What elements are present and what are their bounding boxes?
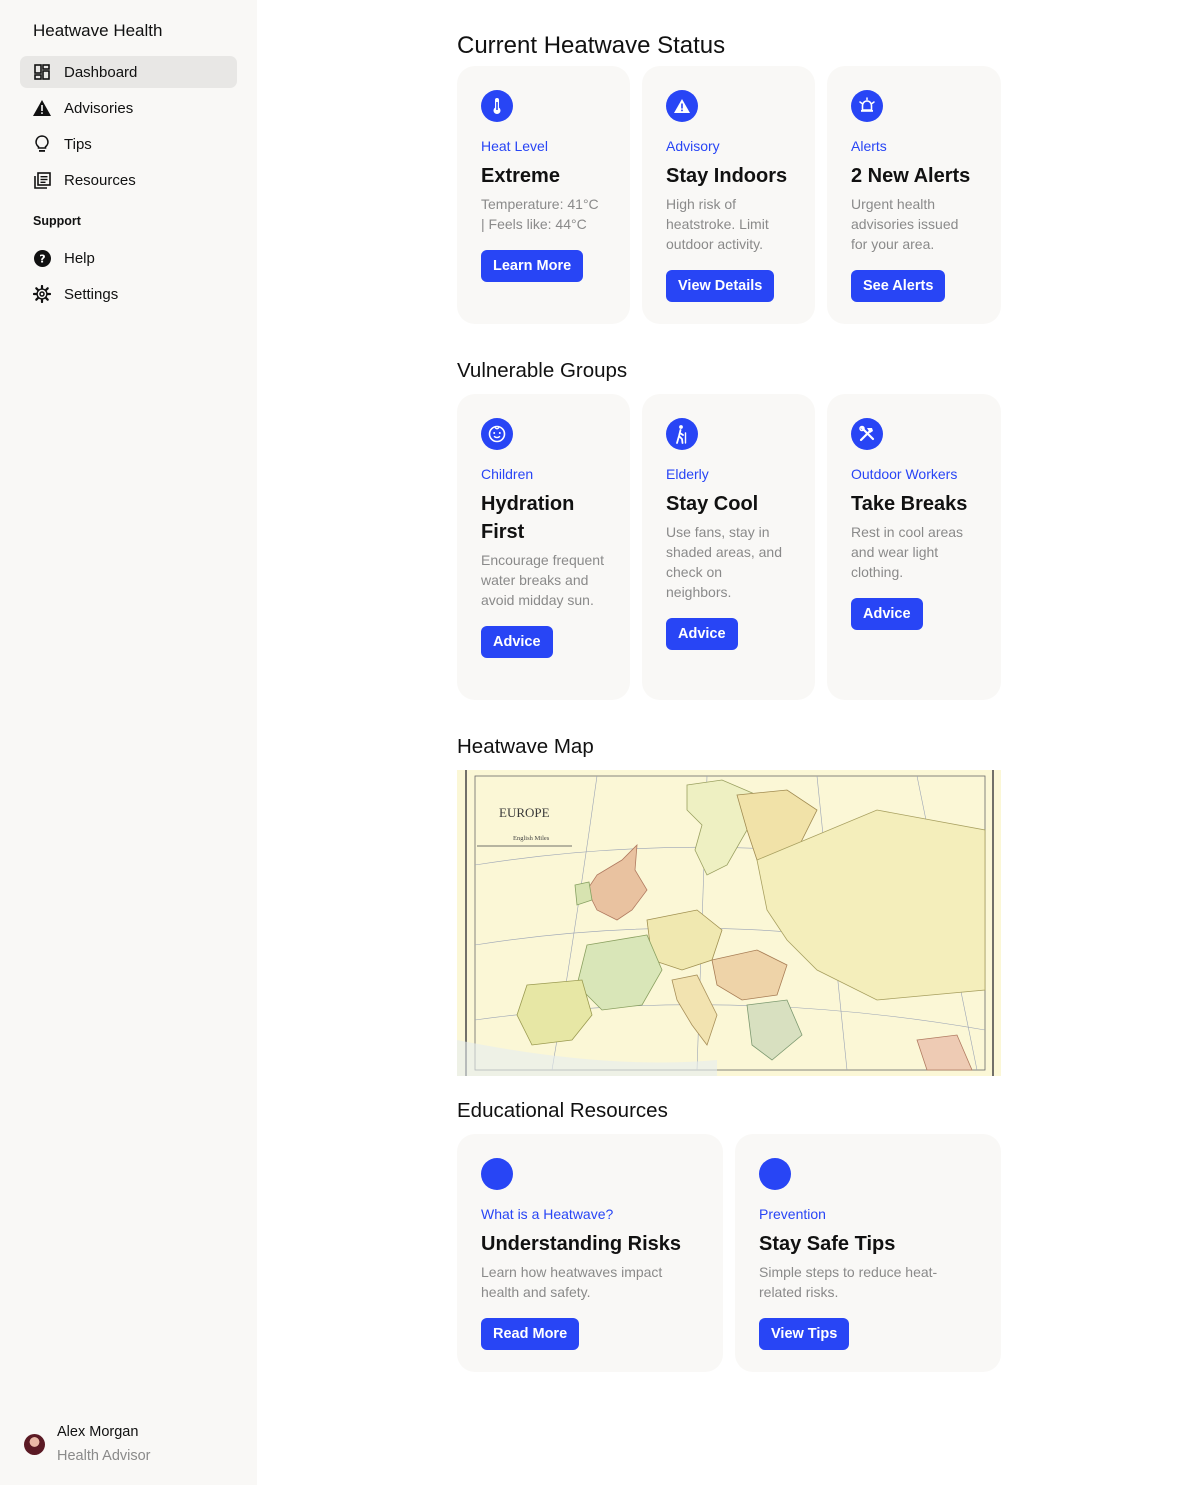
- sidebar-item-label: Resources: [64, 171, 136, 189]
- document-icon: [33, 171, 51, 189]
- card-category: Heat Level: [481, 138, 548, 154]
- sidebar-item-label: Advisories: [64, 99, 134, 117]
- gear-icon: [33, 285, 51, 303]
- dashboard-icon: [33, 63, 51, 81]
- card-description: Use fans, stay in shaded areas, and chec…: [666, 524, 782, 600]
- avatar: [24, 1434, 45, 1455]
- learn-more-button[interactable]: Learn More: [481, 250, 584, 282]
- card-description: Encourage frequent water breaks and avoi…: [481, 552, 604, 608]
- card-description: Rest in cool areas and wear light clothi…: [851, 524, 964, 580]
- status-heading: Current Heatwave Status: [457, 32, 726, 59]
- support-nav: ? Help Settings: [20, 242, 237, 314]
- vulnerable-heading: Vulnerable Groups: [457, 359, 628, 382]
- user-name: Alex Morgan: [57, 1424, 139, 1440]
- view-tips-button[interactable]: View Tips: [759, 1318, 850, 1350]
- view-details-button[interactable]: View Details: [666, 270, 775, 302]
- map-scale-label: English Miles: [513, 835, 550, 842]
- status-card-heat-level: Heat Level Extreme Temperature: 41°C | F…: [457, 66, 630, 324]
- card-title: Understanding Risks: [481, 1233, 682, 1255]
- lightbulb-icon: [33, 135, 51, 153]
- sidebar-item-label: Help: [64, 249, 95, 267]
- heatwave-map[interactable]: EUROPE English Miles: [457, 770, 1001, 1076]
- resource-icon: [481, 1158, 513, 1190]
- card-description: Learn how heatwaves impact health and sa…: [481, 1264, 663, 1300]
- sidebar-item-label: Settings: [64, 285, 119, 303]
- education-card-stay-safe-tips: Prevention Stay Safe Tips Simple steps t…: [735, 1134, 1001, 1372]
- elderly-walking-icon: [666, 418, 698, 450]
- alarm-bell-icon: [851, 90, 883, 122]
- sidebar-item-label: Tips: [64, 135, 92, 153]
- app-title: Heatwave Health: [33, 21, 163, 40]
- sidebar-item-dashboard[interactable]: Dashboard: [20, 56, 237, 88]
- svg-text:?: ?: [39, 252, 45, 265]
- card-description: Urgent health advisories issued for your…: [851, 196, 959, 252]
- card-description: Temperature: 41°C | Feels like: 44°C: [481, 196, 599, 232]
- card-title: Stay Indoors: [666, 165, 788, 187]
- sidebar-item-label: Dashboard: [64, 63, 138, 81]
- advice-button[interactable]: Advice: [666, 618, 738, 650]
- main-nav: Dashboard Advisories Tips Resources: [20, 56, 237, 200]
- advice-button[interactable]: Advice: [481, 626, 553, 658]
- status-card-alerts: Alerts 2 New Alerts Urgent health adviso…: [827, 66, 1001, 324]
- sidebar-item-tips[interactable]: Tips: [20, 128, 237, 160]
- vulnerable-card-elderly: Elderly Stay Cool Use fans, stay in shad…: [642, 394, 815, 700]
- card-description: High risk of heatstroke. Limit outdoor a…: [666, 196, 769, 252]
- warning-icon: [666, 90, 698, 122]
- education-heading: Educational Resources: [457, 1099, 668, 1122]
- sidebar-item-resources[interactable]: Resources: [20, 164, 237, 196]
- card-category: Advisory: [666, 138, 720, 154]
- see-alerts-button[interactable]: See Alerts: [851, 270, 946, 302]
- vulnerable-card-children: Children Hydration First Encourage frequ…: [457, 394, 630, 700]
- card-category: Alerts: [851, 138, 887, 154]
- education-card-understanding-risks: What is a Heatwave? Understanding Risks …: [457, 1134, 723, 1372]
- card-category: Children: [481, 466, 534, 482]
- user-profile[interactable]: Alex Morgan Health Advisor: [24, 1422, 151, 1466]
- europe-map-image: EUROPE English Miles: [457, 770, 1001, 1076]
- card-category: Prevention: [759, 1206, 826, 1222]
- sidebar-item-settings[interactable]: Settings: [20, 278, 237, 310]
- child-face-icon: [481, 418, 513, 450]
- status-card-advisory: Advisory Stay Indoors High risk of heats…: [642, 66, 815, 324]
- card-description: Simple steps to reduce heat-related risk…: [759, 1264, 938, 1300]
- support-section-label: Support: [33, 214, 81, 228]
- tools-icon: [851, 418, 883, 450]
- warning-icon: [33, 99, 51, 117]
- map-heading: Heatwave Map: [457, 735, 594, 758]
- card-title: Stay Safe Tips: [759, 1233, 896, 1255]
- help-icon: ?: [33, 249, 51, 267]
- card-title: 2 New Alerts: [851, 165, 971, 187]
- sidebar-item-help[interactable]: ? Help: [20, 242, 237, 274]
- sidebar: Heatwave Health Dashboard Advisories Tip…: [0, 0, 257, 1485]
- user-role: Health Advisor: [57, 1448, 151, 1464]
- read-more-button[interactable]: Read More: [481, 1318, 580, 1350]
- card-title: Hydration First: [481, 493, 575, 543]
- card-category: Outdoor Workers: [851, 466, 958, 482]
- sidebar-item-advisories[interactable]: Advisories: [20, 92, 237, 124]
- map-title: EUROPE: [499, 805, 550, 820]
- advice-button[interactable]: Advice: [851, 598, 923, 630]
- card-title: Extreme: [481, 165, 560, 187]
- vulnerable-card-outdoor-workers: Outdoor Workers Take Breaks Rest in cool…: [827, 394, 1001, 700]
- card-title: Stay Cool: [666, 493, 759, 515]
- card-category: What is a Heatwave?: [481, 1206, 614, 1222]
- card-category: Elderly: [666, 466, 709, 482]
- thermometer-icon: [481, 90, 513, 122]
- card-title: Take Breaks: [851, 493, 968, 515]
- resource-icon: [759, 1158, 791, 1190]
